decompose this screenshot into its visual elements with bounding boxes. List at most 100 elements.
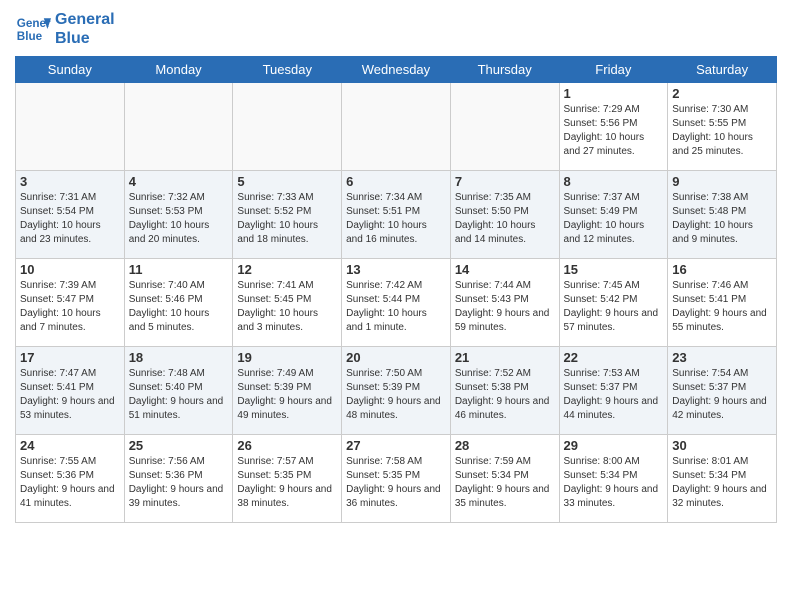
day-info: Sunrise: 7:46 AM Sunset: 5:41 PM Dayligh… xyxy=(672,279,772,335)
calendar-cell: 22 Sunrise: 7:53 AM Sunset: 5:37 PM Dayli… xyxy=(559,347,668,435)
day-number: 24 xyxy=(20,438,120,453)
day-info: Sunrise: 7:52 AM Sunset: 5:38 PM Dayligh… xyxy=(455,367,555,423)
day-number: 27 xyxy=(346,438,446,453)
calendar-week-row: 17 Sunrise: 7:47 AM Sunset: 5:41 PM Dayli… xyxy=(16,347,777,435)
day-number: 8 xyxy=(564,174,664,189)
day-number: 28 xyxy=(455,438,555,453)
calendar-cell: 17 Sunrise: 7:47 AM Sunset: 5:41 PM Dayli… xyxy=(16,347,125,435)
calendar-cell xyxy=(342,83,451,171)
day-number: 6 xyxy=(346,174,446,189)
day-info: Sunrise: 8:01 AM Sunset: 5:34 PM Dayligh… xyxy=(672,455,772,511)
calendar-cell: 21 Sunrise: 7:52 AM Sunset: 5:38 PM Dayli… xyxy=(450,347,559,435)
calendar-table: SundayMondayTuesdayWednesdayThursdayFrid… xyxy=(15,56,777,523)
day-info: Sunrise: 7:50 AM Sunset: 5:39 PM Dayligh… xyxy=(346,367,446,423)
day-info: Sunrise: 7:44 AM Sunset: 5:43 PM Dayligh… xyxy=(455,279,555,335)
calendar-cell: 30 Sunrise: 8:01 AM Sunset: 5:34 PM Dayli… xyxy=(668,435,777,523)
day-number: 22 xyxy=(564,350,664,365)
day-info: Sunrise: 7:33 AM Sunset: 5:52 PM Dayligh… xyxy=(237,191,337,247)
calendar-week-row: 3Sunrise: 7:31 AM Sunset: 5:54 PM Daylig… xyxy=(16,171,777,259)
calendar-cell xyxy=(233,83,342,171)
calendar-cell: 25 Sunrise: 7:56 AM Sunset: 5:36 PM Dayli… xyxy=(124,435,233,523)
calendar-cell: 7 Sunrise: 7:35 AM Sunset: 5:50 PM Daylig… xyxy=(450,171,559,259)
weekday-header: Thursday xyxy=(450,57,559,83)
day-number: 4 xyxy=(129,174,229,189)
day-number: 13 xyxy=(346,262,446,277)
weekday-header: Wednesday xyxy=(342,57,451,83)
calendar-cell xyxy=(450,83,559,171)
calendar-cell: 14 Sunrise: 7:44 AM Sunset: 5:43 PM Dayli… xyxy=(450,259,559,347)
day-info: Sunrise: 7:56 AM Sunset: 5:36 PM Dayligh… xyxy=(129,455,229,511)
day-info: Sunrise: 7:35 AM Sunset: 5:50 PM Dayligh… xyxy=(455,191,555,247)
svg-text:Blue: Blue xyxy=(17,30,43,43)
day-number: 25 xyxy=(129,438,229,453)
day-info: Sunrise: 7:39 AM Sunset: 5:47 PM Dayligh… xyxy=(20,279,120,335)
day-info: Sunrise: 7:53 AM Sunset: 5:37 PM Dayligh… xyxy=(564,367,664,423)
day-number: 18 xyxy=(129,350,229,365)
calendar-cell: 15 Sunrise: 7:45 AM Sunset: 5:42 PM Dayli… xyxy=(559,259,668,347)
day-number: 19 xyxy=(237,350,337,365)
calendar-cell: 3Sunrise: 7:31 AM Sunset: 5:54 PM Daylig… xyxy=(16,171,125,259)
day-number: 15 xyxy=(564,262,664,277)
day-info: Sunrise: 7:41 AM Sunset: 5:45 PM Dayligh… xyxy=(237,279,337,335)
day-number: 1 xyxy=(564,86,664,101)
calendar-cell: 11 Sunrise: 7:40 AM Sunset: 5:46 PM Dayli… xyxy=(124,259,233,347)
logo-blue: Blue xyxy=(55,29,115,48)
weekday-header: Tuesday xyxy=(233,57,342,83)
day-info: Sunrise: 7:30 AM Sunset: 5:55 PM Dayligh… xyxy=(672,103,772,159)
day-number: 12 xyxy=(237,262,337,277)
calendar-cell: 5 Sunrise: 7:33 AM Sunset: 5:52 PM Daylig… xyxy=(233,171,342,259)
day-info: Sunrise: 7:47 AM Sunset: 5:41 PM Dayligh… xyxy=(20,367,120,423)
day-number: 21 xyxy=(455,350,555,365)
day-info: Sunrise: 7:38 AM Sunset: 5:48 PM Dayligh… xyxy=(672,191,772,247)
day-info: Sunrise: 7:54 AM Sunset: 5:37 PM Dayligh… xyxy=(672,367,772,423)
logo: General Blue General Blue xyxy=(15,10,115,48)
day-info: Sunrise: 7:37 AM Sunset: 5:49 PM Dayligh… xyxy=(564,191,664,247)
day-number: 3 xyxy=(20,174,120,189)
day-number: 30 xyxy=(672,438,772,453)
calendar-cell: 26 Sunrise: 7:57 AM Sunset: 5:35 PM Dayli… xyxy=(233,435,342,523)
logo-icon: General Blue xyxy=(15,11,51,47)
calendar-cell: 1 Sunrise: 7:29 AM Sunset: 5:56 PM Daylig… xyxy=(559,83,668,171)
calendar-cell: 24Sunrise: 7:55 AM Sunset: 5:36 PM Dayli… xyxy=(16,435,125,523)
calendar-cell: 23 Sunrise: 7:54 AM Sunset: 5:37 PM Dayli… xyxy=(668,347,777,435)
day-number: 14 xyxy=(455,262,555,277)
day-number: 20 xyxy=(346,350,446,365)
calendar-cell: 9Sunrise: 7:38 AM Sunset: 5:48 PM Daylig… xyxy=(668,171,777,259)
calendar-week-row: 10 Sunrise: 7:39 AM Sunset: 5:47 PM Dayli… xyxy=(16,259,777,347)
day-number: 5 xyxy=(237,174,337,189)
day-number: 26 xyxy=(237,438,337,453)
calendar-cell xyxy=(16,83,125,171)
day-number: 29 xyxy=(564,438,664,453)
day-info: Sunrise: 7:48 AM Sunset: 5:40 PM Dayligh… xyxy=(129,367,229,423)
calendar-cell: 13 Sunrise: 7:42 AM Sunset: 5:44 PM Dayli… xyxy=(342,259,451,347)
weekday-header: Sunday xyxy=(16,57,125,83)
day-info: Sunrise: 7:45 AM Sunset: 5:42 PM Dayligh… xyxy=(564,279,664,335)
logo-general: General xyxy=(55,10,115,29)
day-number: 16 xyxy=(672,262,772,277)
calendar-cell: 19 Sunrise: 7:49 AM Sunset: 5:39 PM Dayli… xyxy=(233,347,342,435)
calendar-cell: 20 Sunrise: 7:50 AM Sunset: 5:39 PM Dayli… xyxy=(342,347,451,435)
day-info: Sunrise: 7:32 AM Sunset: 5:53 PM Dayligh… xyxy=(129,191,229,247)
day-info: Sunrise: 7:57 AM Sunset: 5:35 PM Dayligh… xyxy=(237,455,337,511)
day-info: Sunrise: 7:34 AM Sunset: 5:51 PM Dayligh… xyxy=(346,191,446,247)
day-info: Sunrise: 7:42 AM Sunset: 5:44 PM Dayligh… xyxy=(346,279,446,335)
calendar-cell: 16 Sunrise: 7:46 AM Sunset: 5:41 PM Dayli… xyxy=(668,259,777,347)
day-number: 23 xyxy=(672,350,772,365)
day-number: 17 xyxy=(20,350,120,365)
weekday-header: Monday xyxy=(124,57,233,83)
calendar-cell: 10 Sunrise: 7:39 AM Sunset: 5:47 PM Dayli… xyxy=(16,259,125,347)
calendar-week-row: 24Sunrise: 7:55 AM Sunset: 5:36 PM Dayli… xyxy=(16,435,777,523)
calendar-cell xyxy=(124,83,233,171)
day-info: Sunrise: 8:00 AM Sunset: 5:34 PM Dayligh… xyxy=(564,455,664,511)
day-number: 10 xyxy=(20,262,120,277)
day-info: Sunrise: 7:49 AM Sunset: 5:39 PM Dayligh… xyxy=(237,367,337,423)
day-info: Sunrise: 7:40 AM Sunset: 5:46 PM Dayligh… xyxy=(129,279,229,335)
calendar-cell: 29 Sunrise: 8:00 AM Sunset: 5:34 PM Dayli… xyxy=(559,435,668,523)
calendar-cell: 6 Sunrise: 7:34 AM Sunset: 5:51 PM Daylig… xyxy=(342,171,451,259)
calendar-cell: 18 Sunrise: 7:48 AM Sunset: 5:40 PM Dayli… xyxy=(124,347,233,435)
page: General Blue General Blue SundayMondayTu… xyxy=(0,0,792,533)
day-number: 7 xyxy=(455,174,555,189)
day-info: Sunrise: 7:29 AM Sunset: 5:56 PM Dayligh… xyxy=(564,103,664,159)
weekday-header-row: SundayMondayTuesdayWednesdayThursdayFrid… xyxy=(16,57,777,83)
day-number: 11 xyxy=(129,262,229,277)
